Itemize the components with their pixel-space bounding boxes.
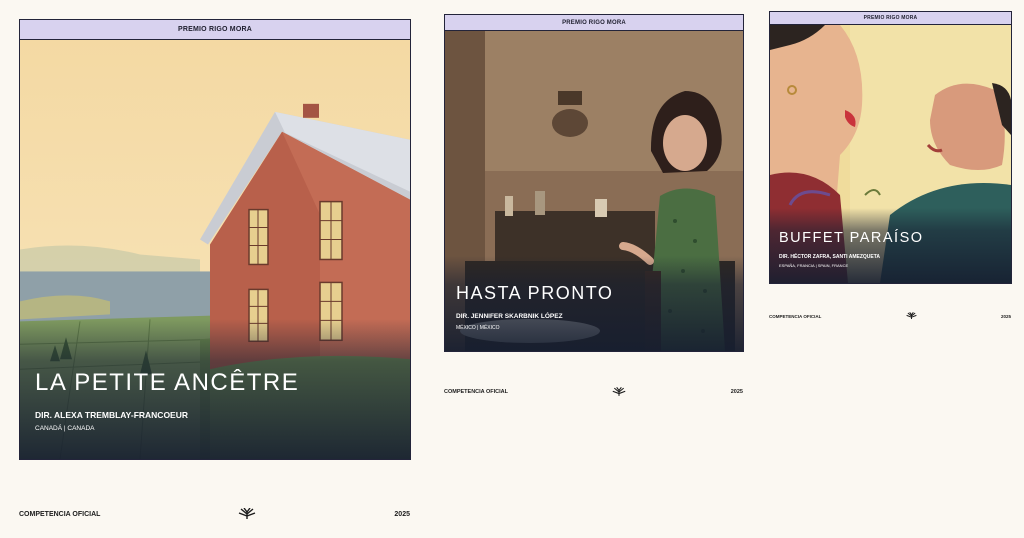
sprout-emblem-icon bbox=[238, 508, 256, 520]
poster-frame[interactable]: PREMIO RIGO MORA bbox=[19, 19, 411, 460]
film-title: BUFFET PARAÍSO bbox=[779, 230, 924, 246]
section-label: COMPETENCIA OFICIAL bbox=[19, 510, 101, 518]
poster-card-buffet-paraiso[interactable]: PREMIO RIGO MORA BUFFET PARAÍSO DIR. HÉC… bbox=[760, 0, 1024, 538]
section-label: COMPETENCIA OFICIAL bbox=[444, 389, 508, 395]
country-credit: MÉXICO | MÉXICO bbox=[456, 325, 500, 331]
year-label: 2025 bbox=[394, 510, 410, 518]
award-banner: PREMIO RIGO MORA bbox=[20, 20, 410, 40]
award-label: PREMIO RIGO MORA bbox=[562, 19, 626, 26]
poster-footer: COMPETENCIA OFICIAL 2025 bbox=[444, 386, 743, 398]
year-label: 2025 bbox=[730, 389, 743, 395]
sprout-emblem-icon bbox=[906, 312, 917, 320]
poster-footer: COMPETENCIA OFICIAL 2025 bbox=[769, 311, 1011, 321]
poster-frame[interactable]: PREMIO RIGO MORA bbox=[444, 14, 744, 352]
film-title: HASTA PRONTO bbox=[456, 283, 614, 303]
year-label: 2025 bbox=[1000, 313, 1011, 319]
director-credit: DIR. ALEXA TREMBLAY-FRANCOEUR bbox=[35, 410, 189, 420]
sprout-emblem-icon bbox=[612, 387, 626, 397]
award-label: PREMIO RIGO MORA bbox=[178, 26, 252, 33]
poster-card-la-petite-ancetre[interactable]: PREMIO RIGO MORA LA PETITE ANCÊTRE DIR. … bbox=[0, 0, 430, 538]
country-credit: ESPAÑA, FRANCIA | SPAIN, FRANCE bbox=[779, 263, 849, 268]
director-credit: DIR. JENNIFER SKARBNIK LÓPEZ bbox=[456, 313, 563, 320]
award-banner: PREMIO RIGO MORA bbox=[445, 15, 743, 31]
poster-footer: COMPETENCIA OFICIAL 2025 bbox=[19, 507, 410, 521]
country-credit: CANADÁ | CANADA bbox=[35, 425, 95, 432]
award-label: PREMIO RIGO MORA bbox=[863, 15, 918, 21]
section-label: COMPETENCIA OFICIAL bbox=[769, 313, 822, 319]
poster-frame[interactable]: PREMIO RIGO MORA BUFFET PARAÍSO DIR. HÉC… bbox=[769, 11, 1012, 284]
film-title: LA PETITE ANCÊTRE bbox=[35, 369, 300, 396]
poster-card-hasta-pronto[interactable]: PREMIO RIGO MORA HASTA PRONTO DIR. JENNI… bbox=[430, 0, 760, 538]
director-credit: DIR. HÉCTOR ZAFRA, SANTI AMEZQUETA bbox=[779, 254, 881, 260]
award-banner: PREMIO RIGO MORA bbox=[770, 12, 1011, 25]
